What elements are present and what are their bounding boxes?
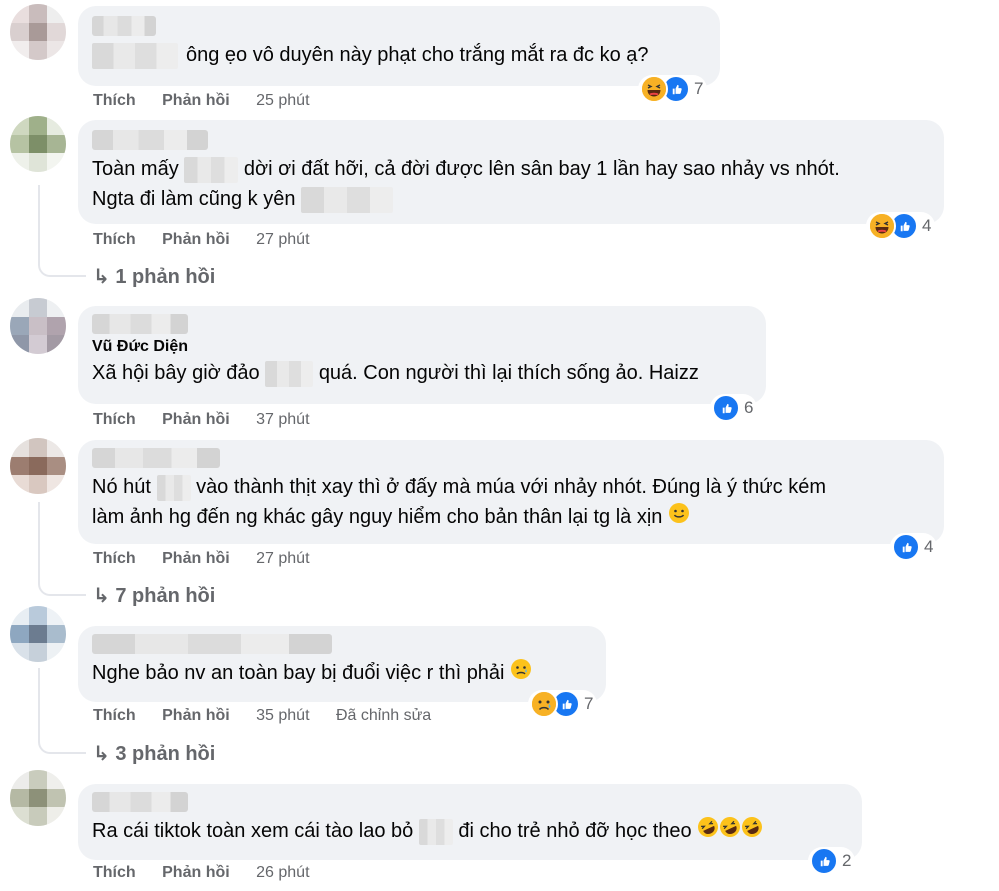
rofl-emoji-icon bbox=[719, 816, 741, 847]
reply-button[interactable]: Phản hồi bbox=[162, 864, 230, 881]
reply-arrow-icon: ↳ bbox=[93, 743, 110, 765]
avatar[interactable] bbox=[10, 116, 66, 172]
like-button[interactable]: Thích bbox=[93, 411, 136, 428]
comment-actions: Thích Phản hồi 27 phút bbox=[93, 231, 332, 249]
like-button[interactable]: Thích bbox=[93, 92, 136, 109]
haha-reaction-icon bbox=[640, 75, 668, 103]
comment-actions: Thích Phản hồi 35 phút Đã chỉnh sửa bbox=[93, 707, 453, 725]
comment-text: Ra cái tiktok toàn xem cái tào lao bỏ bbox=[92, 820, 414, 842]
author-name-redacted[interactable] bbox=[92, 314, 188, 334]
avatar[interactable] bbox=[10, 4, 66, 60]
reaction-summary[interactable]: 4 bbox=[866, 212, 936, 240]
author-name-redacted[interactable] bbox=[92, 130, 208, 150]
redacted-text bbox=[156, 474, 191, 501]
comment-text: dời ơi đất hỡi, cả đời được lên sân bay … bbox=[243, 158, 840, 180]
reply-button[interactable]: Phản hồi bbox=[162, 550, 230, 567]
redacted-text bbox=[418, 818, 453, 845]
avatar[interactable] bbox=[10, 770, 66, 826]
timestamp[interactable]: 25 phút bbox=[256, 92, 309, 109]
reply-button[interactable]: Phản hồi bbox=[162, 231, 230, 248]
comment-text: đi cho trẻ nhỏ đỡ học theo bbox=[458, 820, 692, 842]
avatar[interactable] bbox=[10, 298, 66, 354]
avatar[interactable] bbox=[10, 438, 66, 494]
author-name-redacted[interactable] bbox=[92, 448, 220, 468]
avatar[interactable] bbox=[10, 606, 66, 662]
comment-text: Xã hội bây giờ đảo bbox=[92, 362, 260, 384]
author-name-redacted[interactable] bbox=[92, 16, 156, 36]
like-button[interactable]: Thích bbox=[93, 707, 136, 724]
smile-emoji-icon bbox=[668, 502, 690, 533]
rofl-emoji-icon bbox=[741, 816, 763, 847]
comment-actions: Thích Phản hồi 25 phút bbox=[93, 92, 332, 110]
like-reaction-icon bbox=[810, 847, 838, 875]
sad-reaction-icon bbox=[530, 690, 558, 718]
reply-button[interactable]: Phản hồi bbox=[162, 707, 230, 724]
reaction-count: 4 bbox=[924, 537, 934, 556]
like-button[interactable]: Thích bbox=[93, 864, 136, 881]
view-replies-link[interactable]: ↳ 1 phản hồi bbox=[93, 264, 215, 289]
author-name-redacted[interactable] bbox=[92, 792, 188, 812]
comment-text: ông ẹo vô duyên này phạt cho trắng mắt r… bbox=[186, 44, 649, 66]
view-replies-link[interactable]: ↳ 7 phản hồi bbox=[93, 583, 215, 608]
haha-reaction-icon bbox=[868, 212, 896, 240]
reply-button[interactable]: Phản hồi bbox=[162, 92, 230, 109]
comment-bubble: ông ẹo vô duyên này phạt cho trắng mắt r… bbox=[78, 6, 720, 86]
rofl-emoji-icon bbox=[697, 816, 719, 847]
comment-actions: Thích Phản hồi 27 phút bbox=[93, 550, 332, 568]
comment-text: Ngta đi làm cũng k yên bbox=[92, 188, 296, 210]
comment-bubble: Toàn mấy dời ơi đất hỡi, cả đời được lên… bbox=[78, 120, 944, 224]
reaction-summary[interactable]: 6 bbox=[710, 394, 758, 422]
reply-button[interactable]: Phản hồi bbox=[162, 411, 230, 428]
comment-text: Nghe bảo nv an toàn bay bị đuổi việc r t… bbox=[92, 662, 505, 684]
like-reaction-icon bbox=[892, 533, 920, 561]
timestamp[interactable]: 27 phút bbox=[256, 231, 309, 248]
view-replies-link[interactable]: ↳ 3 phản hồi bbox=[93, 741, 215, 766]
comment-text: quá. Con người thì lại thích sống ảo. Ha… bbox=[318, 362, 699, 384]
reaction-count: 7 bbox=[694, 79, 704, 98]
comment-bubble: Vũ Đức Diện Xã hội bây giờ đảo quá. Con … bbox=[78, 306, 766, 404]
reaction-count: 6 bbox=[744, 398, 754, 417]
redacted-text bbox=[184, 156, 239, 183]
timestamp[interactable]: 37 phút bbox=[256, 411, 309, 428]
comment-bubble: Nghe bảo nv an toàn bay bị đuổi việc r t… bbox=[78, 626, 606, 702]
reaction-summary[interactable]: 7 bbox=[528, 690, 598, 718]
reply-arrow-icon: ↳ bbox=[93, 585, 110, 607]
reaction-count: 4 bbox=[922, 216, 932, 235]
reaction-count: 2 bbox=[842, 851, 852, 870]
timestamp[interactable]: 26 phút bbox=[256, 864, 309, 881]
comment-text: làm ảnh hg đến ng khác gây nguy hiểm cho… bbox=[92, 506, 663, 528]
reaction-summary[interactable]: 2 bbox=[808, 847, 856, 875]
like-reaction-icon bbox=[712, 394, 740, 422]
like-button[interactable]: Thích bbox=[93, 231, 136, 248]
comment-actions: Thích Phản hồi 26 phút bbox=[93, 864, 332, 882]
edited-label: Đã chỉnh sửa bbox=[335, 707, 432, 724]
like-button[interactable]: Thích bbox=[93, 550, 136, 567]
comment-actions: Thích Phản hồi 37 phút bbox=[93, 411, 332, 429]
comment-text: vào thành thịt xay thì ở đấy mà múa với … bbox=[196, 476, 826, 498]
redacted-text bbox=[92, 42, 178, 69]
redacted-text bbox=[301, 186, 393, 213]
redacted-text bbox=[265, 360, 314, 387]
author-name[interactable]: Vũ Đức Diện bbox=[92, 336, 752, 358]
comment-bubble: Nó hút vào thành thịt xay thì ở đấy mà m… bbox=[78, 440, 944, 544]
reaction-summary[interactable]: 7 bbox=[638, 75, 708, 103]
comment-text: Nó hút bbox=[92, 476, 151, 498]
comment-text: Toàn mấy bbox=[92, 158, 179, 180]
timestamp[interactable]: 27 phút bbox=[256, 550, 309, 567]
comment-bubble: Ra cái tiktok toàn xem cái tào lao bỏ đi… bbox=[78, 784, 862, 860]
author-name-redacted[interactable] bbox=[92, 634, 332, 654]
reaction-count: 7 bbox=[584, 694, 594, 713]
sad-emoji-icon bbox=[510, 658, 532, 689]
timestamp[interactable]: 35 phút bbox=[256, 707, 309, 724]
reply-arrow-icon: ↳ bbox=[93, 266, 110, 288]
reaction-summary[interactable]: 4 bbox=[890, 533, 938, 561]
